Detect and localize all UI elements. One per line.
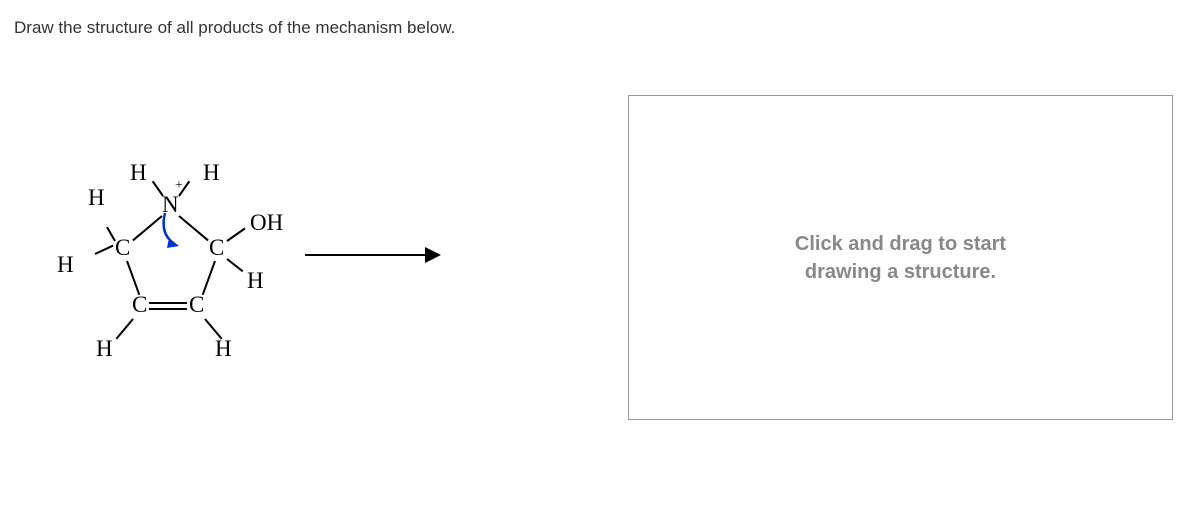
bond — [95, 245, 114, 255]
drawing-placeholder-text: Click and drag to start drawing a struct… — [795, 230, 1006, 286]
bond-double-bottom — [149, 308, 187, 310]
bond — [152, 181, 164, 197]
structure-drawing-canvas[interactable]: Click and drag to start drawing a struct… — [628, 95, 1173, 420]
bond — [204, 318, 222, 339]
bond — [226, 228, 245, 242]
question-prompt: Draw the structure of all products of th… — [14, 18, 455, 38]
atom-c-left: C — [115, 235, 130, 261]
atom-h-bottom-left: H — [96, 336, 113, 362]
atom-c-bottom-left: C — [132, 292, 147, 318]
reactant-structure: H H + N H H C C OH H C C H H — [55, 150, 495, 400]
atom-h-left: H — [57, 252, 74, 278]
bond — [116, 318, 134, 339]
bond — [126, 261, 140, 296]
atom-h-top-left: H — [130, 160, 147, 186]
atom-h-right: H — [247, 268, 264, 294]
atom-oh: OH — [250, 210, 283, 236]
bond — [202, 261, 216, 296]
atom-h-left-upper: H — [88, 185, 105, 211]
reaction-arrow — [305, 245, 445, 265]
bond — [226, 258, 243, 272]
atom-h-bottom-right: H — [215, 336, 232, 362]
atom-c-bottom-right: C — [189, 292, 204, 318]
atom-h-top-right: H — [203, 160, 220, 186]
bond-double-top — [149, 302, 187, 304]
mechanism-arrow-icon — [155, 208, 215, 253]
